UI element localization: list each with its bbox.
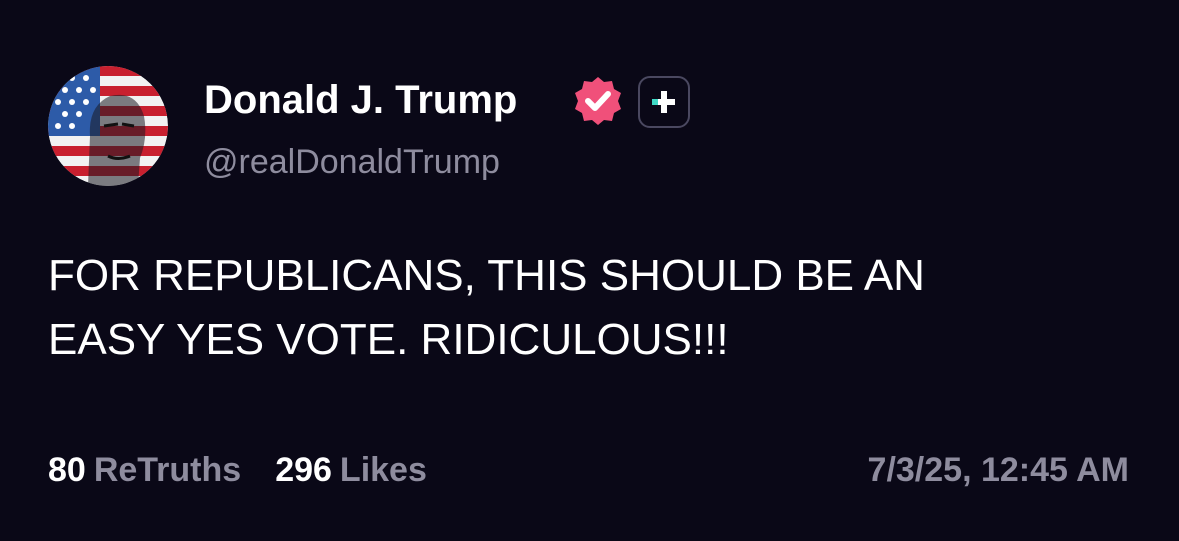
flag-portrait-avatar-icon (48, 66, 168, 186)
retruths-stat[interactable]: 80 ReTruths (48, 446, 241, 494)
likes-stat[interactable]: 296 Likes (275, 446, 427, 494)
truth-post: Donald J. Trump @realDonaldTrump FOR REP… (0, 0, 1179, 541)
author-handle[interactable]: @realDonaldTrump (204, 140, 500, 184)
post-text-line: FOR REPUBLICANS, THIS SHOULD BE AN (48, 251, 925, 300)
verified-badge-icon (570, 74, 626, 130)
retruths-label: ReTruths (93, 451, 242, 489)
author-display-name[interactable]: Donald J. Trump (204, 74, 517, 126)
retruths-count: 80 (48, 451, 86, 489)
post-text: FOR REPUBLICANS, THIS SHOULD BE AN EASY … (48, 244, 1128, 372)
plus-badge-icon (638, 76, 690, 128)
author-avatar[interactable] (48, 66, 168, 186)
post-timestamp[interactable]: 7/3/25, 12:45 AM (868, 446, 1129, 494)
post-stats: 80 ReTruths 296 Likes (48, 446, 461, 494)
likes-count: 296 (275, 451, 332, 489)
post-text-line: EASY YES VOTE. RIDICULOUS!!! (48, 315, 729, 364)
likes-label: Likes (339, 451, 427, 489)
